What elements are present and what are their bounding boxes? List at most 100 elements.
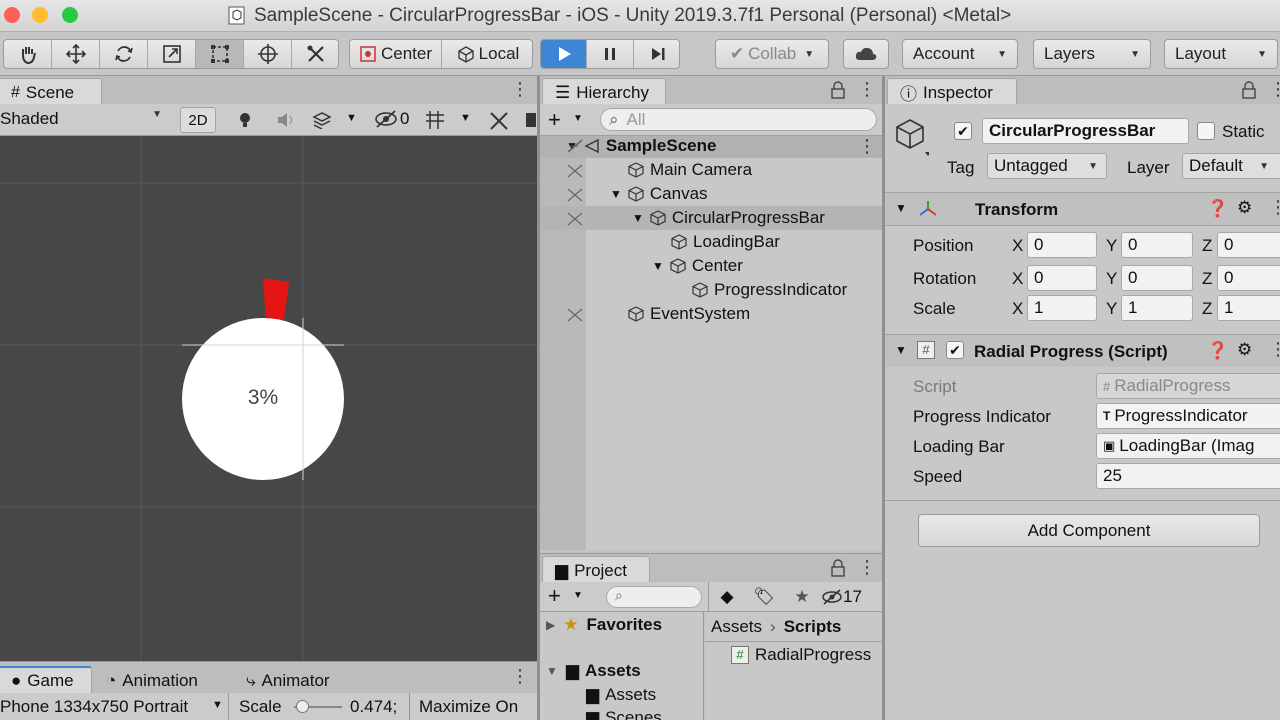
lock-icon[interactable]	[830, 81, 846, 104]
file-item[interactable]: # RadialProgress	[731, 645, 871, 665]
layout-dropdown[interactable]: Layout	[1164, 39, 1278, 69]
transform-icon[interactable]	[244, 40, 292, 68]
gizmos-icon[interactable]	[526, 113, 536, 127]
tab-inspector[interactable]: ⓘ Inspector	[887, 78, 1017, 106]
preset-sliders-icon[interactable]: ⚙	[1237, 198, 1252, 218]
zoom-window-button[interactable]	[62, 7, 78, 23]
pivot-center-button[interactable]: Center	[350, 40, 442, 68]
project-create-plus-icon[interactable]: +	[548, 583, 561, 609]
speed-input[interactable]: 25	[1096, 463, 1280, 489]
scale-z-input[interactable]: 1	[1217, 295, 1280, 321]
tab-game[interactable]: ● Game	[0, 666, 92, 694]
tab-scene[interactable]: # Scene	[0, 78, 102, 106]
scene-menu-icon[interactable]: ⋮	[511, 79, 529, 100]
tab-hierarchy[interactable]: ☰ Hierarchy	[542, 78, 666, 106]
effects-dropdown-icon[interactable]: ▼	[346, 112, 357, 124]
favorite-star-icon[interactable]: ★	[783, 587, 821, 607]
scale-x-input[interactable]: 1	[1027, 295, 1097, 321]
tab-project[interactable]: ▆ Project	[542, 556, 650, 584]
lock-icon[interactable]	[830, 559, 846, 582]
tab-animator[interactable]: ⤷ Animator	[246, 671, 330, 691]
hierarchy-item-eventsystem[interactable]: EventSystem	[540, 302, 882, 326]
pause-button[interactable]	[587, 40, 634, 68]
move-icon[interactable]	[52, 40, 100, 68]
layers-dropdown[interactable]: Layers	[1033, 39, 1151, 69]
lock-icon[interactable]	[1241, 81, 1257, 104]
help-icon[interactable]: ❓	[1207, 341, 1228, 361]
position-x-input[interactable]: 0	[1027, 232, 1097, 258]
audio-icon[interactable]	[276, 111, 296, 134]
step-button[interactable]	[634, 40, 679, 68]
visibility-icon[interactable]	[566, 138, 586, 154]
rotation-z-input[interactable]: 0	[1217, 265, 1280, 291]
minimize-window-button[interactable]	[32, 7, 48, 23]
custom-tool-icon[interactable]	[292, 40, 340, 68]
tree-favorites[interactable]: ▶ ★ Favorites	[546, 615, 662, 635]
filter-type-icon[interactable]: ◆	[709, 587, 745, 607]
create-plus-icon[interactable]: +	[548, 107, 561, 133]
breadcrumb-assets[interactable]: Assets	[711, 617, 762, 637]
play-button[interactable]	[541, 40, 587, 68]
transform-menu-icon[interactable]: ⋮	[1269, 197, 1280, 218]
visibility-icon[interactable]	[566, 163, 586, 179]
object-name-input[interactable]: CircularProgressBar	[982, 118, 1189, 144]
script-enabled-checkbox[interactable]: ✔	[946, 341, 964, 359]
inspector-menu-icon[interactable]: ⋮	[1269, 79, 1280, 100]
hierarchy-search-input[interactable]: ⌕ All	[600, 108, 877, 131]
project-search-input[interactable]: ⌕	[606, 586, 702, 608]
game-menu-icon[interactable]: ⋮	[511, 666, 529, 687]
hand-icon[interactable]	[4, 40, 52, 68]
gizmo-dropdown-icon[interactable]: ▼	[460, 112, 471, 124]
hierarchy-item-canvas[interactable]: ▼ Canvas	[540, 182, 882, 206]
resolution-dropdown[interactable]: Phone 1334x750 Portrait	[0, 697, 226, 717]
hierarchy-item-samplescene[interactable]: ▼ SampleScene ⋮	[540, 136, 882, 158]
rotate-icon[interactable]	[100, 40, 148, 68]
static-checkbox[interactable]	[1197, 122, 1215, 140]
tree-assets[interactable]: ▼ ▆ Assets	[546, 661, 641, 681]
hierarchy-item-loadingbar[interactable]: LoadingBar	[540, 230, 882, 254]
hidden-objects-toggle[interactable]: 0	[374, 109, 409, 129]
hierarchy-item-center[interactable]: ▼ Center	[540, 254, 882, 278]
scale-slider-thumb[interactable]	[296, 700, 309, 713]
lighting-icon[interactable]	[236, 111, 254, 134]
preset-sliders-icon[interactable]: ⚙	[1237, 340, 1252, 360]
2d-toggle[interactable]: 2D	[180, 107, 216, 133]
progress-indicator-field[interactable]: T ProgressIndicator	[1096, 403, 1280, 429]
rotation-y-input[interactable]: 0	[1121, 265, 1193, 291]
visibility-icon[interactable]	[566, 211, 586, 227]
scene-item-menu-icon[interactable]: ⋮	[858, 136, 876, 157]
position-y-input[interactable]: 0	[1121, 232, 1193, 258]
script-component-header[interactable]: ▼ # ✔ Radial Progress (Script) ❓ ⚙ ⋮	[885, 335, 1280, 367]
cloud-button[interactable]	[843, 39, 889, 69]
rotation-x-input[interactable]: 0	[1027, 265, 1097, 291]
layer-dropdown[interactable]: Default	[1182, 153, 1280, 179]
gizmo-grid-icon[interactable]	[424, 110, 446, 135]
rect-icon[interactable]	[196, 40, 244, 68]
tab-animation[interactable]: ◔ Animation	[106, 671, 198, 691]
hidden-packages-toggle[interactable]: 17	[821, 587, 862, 607]
scale-y-input[interactable]: 1	[1121, 295, 1193, 321]
project-create-dropdown-icon[interactable]: ▼	[573, 590, 583, 601]
shading-dropdown[interactable]: Shaded	[0, 109, 166, 129]
create-dropdown-icon[interactable]: ▼	[573, 113, 583, 124]
add-component-button[interactable]: Add Component	[918, 514, 1260, 547]
script-menu-icon[interactable]: ⋮	[1269, 339, 1280, 360]
scene-view[interactable]: 3%	[0, 136, 537, 661]
tools-icon[interactable]	[488, 110, 510, 135]
effects-icon[interactable]	[312, 111, 332, 134]
hierarchy-item-main-camera[interactable]: Main Camera	[540, 158, 882, 182]
position-z-input[interactable]: 0	[1217, 232, 1280, 258]
hierarchy-menu-icon[interactable]: ⋮	[858, 79, 876, 100]
resolution-dropdown-icon[interactable]: ▼	[212, 699, 223, 711]
account-dropdown[interactable]: Account	[902, 39, 1018, 69]
help-icon[interactable]: ❓	[1207, 199, 1228, 219]
visibility-icon[interactable]	[566, 307, 586, 323]
project-menu-icon[interactable]: ⋮	[858, 557, 876, 578]
transform-header[interactable]: ▼ Transform ❓ ⚙ ⋮	[885, 193, 1280, 225]
close-window-button[interactable]	[4, 7, 20, 23]
hierarchy-item-progressindicator[interactable]: ProgressIndicator	[540, 278, 882, 302]
tree-scenes[interactable]: ▆ Scenes	[586, 708, 662, 720]
tree-assets-child[interactable]: ▆ Assets	[586, 685, 656, 705]
filter-label-icon[interactable]: 🏷	[745, 587, 783, 607]
breadcrumb-scripts[interactable]: Scripts	[784, 617, 842, 637]
